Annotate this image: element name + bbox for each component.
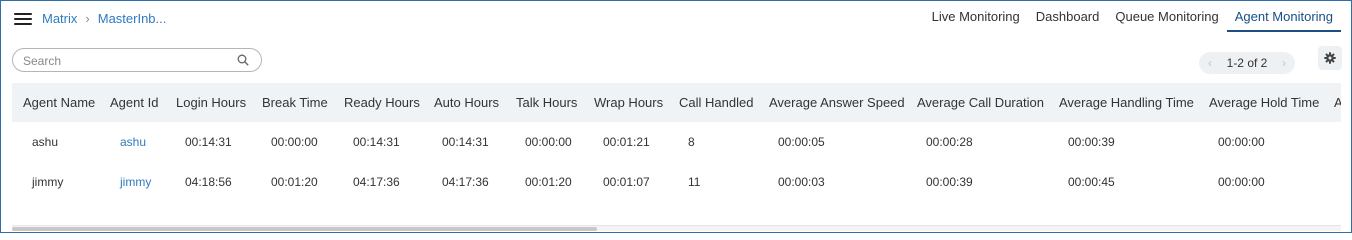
column-header-login-hours[interactable]: Login Hours (176, 95, 246, 110)
cell-average-answer-speed: 00:00:03 (778, 175, 825, 189)
cell-wrap-hours: 00:01:07 (603, 175, 650, 189)
cell-break-time: 00:00:00 (271, 135, 318, 149)
chevron-right-icon[interactable]: › (1282, 56, 1286, 70)
cell-agent-name: ashu (32, 135, 59, 149)
cell-ready-hours: 00:14:31 (353, 135, 400, 149)
tab-dashboard[interactable]: Dashboard (1028, 9, 1108, 32)
cell-wrap-hours: 00:01:21 (603, 135, 650, 149)
cell-average-answer-speed: 00:00:05 (778, 135, 825, 149)
pagination: ‹ 1-2 of 2 › (1199, 52, 1295, 74)
chevron-right-icon: › (85, 11, 90, 26)
cell-average-call-duration: 00:00:39 (926, 175, 973, 189)
cell-average-handling-time: 00:00:39 (1068, 135, 1115, 149)
column-header-agent-name[interactable]: Agent Name (23, 95, 95, 110)
search-input[interactable] (23, 52, 233, 69)
cell-login-hours: 04:18:56 (185, 175, 232, 189)
table-header: Agent Name Agent Id Login Hours Break Ti… (12, 83, 1341, 122)
column-header-call-handled[interactable]: Call Handled (679, 95, 753, 110)
search-icon[interactable] (237, 54, 249, 66)
cell-average-call-duration: 00:00:28 (926, 135, 973, 149)
horizontal-scrollbar[interactable] (12, 225, 1341, 231)
chevron-left-icon[interactable]: ‹ (1208, 56, 1212, 70)
cell-talk-hours: 00:00:00 (525, 135, 572, 149)
cell-break-time: 00:01:20 (271, 175, 318, 189)
scrollbar-thumb[interactable] (12, 227, 597, 231)
column-header-average-answer-speed[interactable]: Average Answer Speed (769, 95, 905, 110)
tab-queue-monitoring[interactable]: Queue Monitoring (1107, 9, 1226, 32)
cell-agent-id-link[interactable]: ashu (120, 135, 146, 149)
column-header-average-call-duration[interactable]: Average Call Duration (917, 95, 1044, 110)
cell-call-handled: 8 (688, 135, 695, 149)
column-header-agent-id[interactable]: Agent Id (110, 95, 158, 110)
breadcrumb-item-matrix[interactable]: Matrix (42, 11, 77, 26)
tab-agent-monitoring[interactable]: Agent Monitoring (1226, 9, 1341, 32)
breadcrumb-item-masterinb[interactable]: MasterInb... (98, 11, 167, 26)
column-header-talk-hours[interactable]: Talk Hours (516, 95, 577, 110)
column-header-auto-hours[interactable]: Auto Hours (434, 95, 499, 110)
pagination-label: 1-2 of 2 (1226, 56, 1268, 70)
cell-agent-id-link[interactable]: jimmy (120, 175, 151, 189)
column-header-break-time[interactable]: Break Time (262, 95, 328, 110)
cell-auto-hours: 04:17:36 (442, 175, 489, 189)
cell-talk-hours: 00:01:20 (525, 175, 572, 189)
column-header-ready-hours[interactable]: Ready Hours (344, 95, 420, 110)
hamburger-icon[interactable] (14, 12, 32, 26)
agent-table: Agent Name Agent Id Login Hours Break Ti… (12, 83, 1341, 223)
cell-agent-name: jimmy (32, 175, 64, 189)
cell-call-handled: 11 (688, 175, 701, 189)
top-nav: Live Monitoring Dashboard Queue Monitori… (924, 1, 1341, 32)
column-header-wrap-hours[interactable]: Wrap Hours (594, 95, 663, 110)
gear-icon (1324, 52, 1336, 64)
cell-auto-hours: 00:14:31 (442, 135, 489, 149)
cell-ready-hours: 04:17:36 (353, 175, 400, 189)
app-frame: Matrix › MasterInb... Live Monitoring Da… (0, 0, 1352, 233)
settings-button[interactable] (1318, 46, 1342, 70)
tab-live-monitoring[interactable]: Live Monitoring (924, 9, 1028, 32)
cell-login-hours: 00:14:31 (185, 135, 232, 149)
cell-average-hold-time: 00:00:00 (1218, 135, 1265, 149)
search-box (12, 48, 262, 72)
table-row[interactable]: jimmy jimmy 04:18:56 00:01:20 04:17:36 0… (12, 162, 1341, 202)
cell-average-hold-time: 00:00:00 (1218, 175, 1265, 189)
column-header-average-handling-time[interactable]: Average Handling Time (1059, 95, 1194, 110)
column-header-truncated[interactable]: A (1334, 95, 1341, 110)
table-row[interactable]: ashu ashu 00:14:31 00:00:00 00:14:31 00:… (12, 122, 1341, 162)
breadcrumb: Matrix › MasterInb... (42, 11, 166, 26)
column-header-average-hold-time[interactable]: Average Hold Time (1209, 95, 1319, 110)
cell-average-handling-time: 00:00:45 (1068, 175, 1115, 189)
